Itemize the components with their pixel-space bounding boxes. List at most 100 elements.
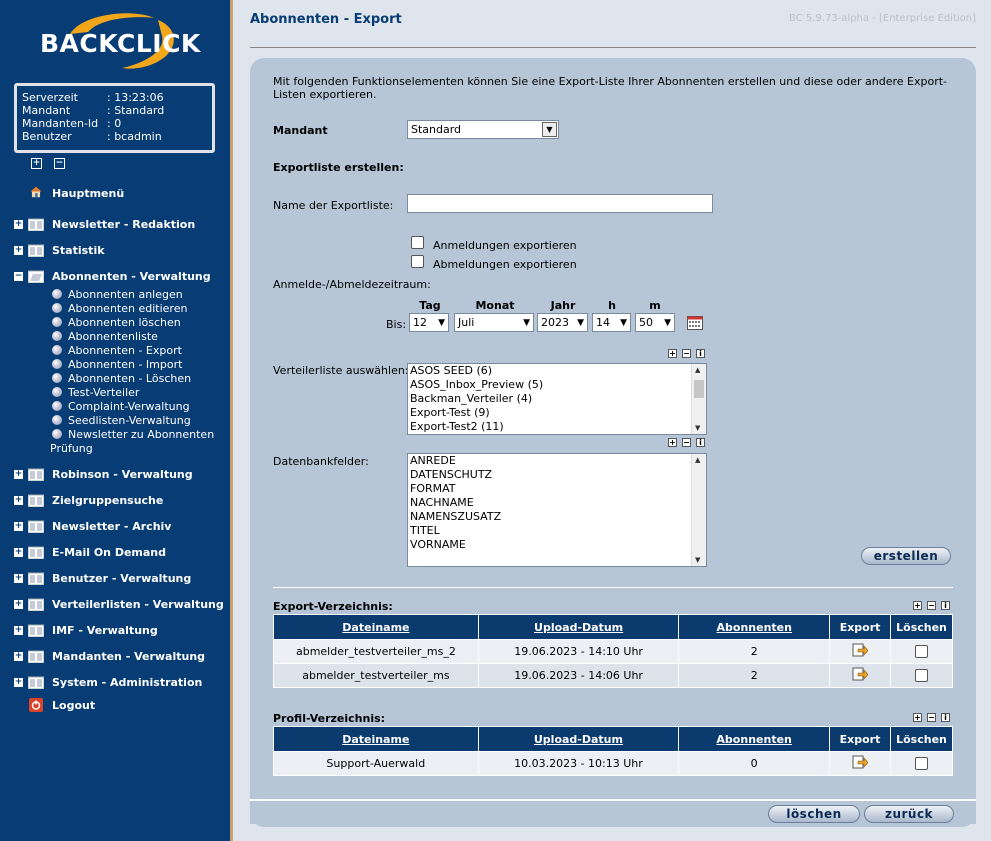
list-item[interactable]: ASOS SEED (6) (408, 364, 706, 378)
scroll-down-icon[interactable]: ▼ (695, 556, 700, 564)
sub-complaint-verwaltung[interactable]: Complaint-Verwaltung (52, 399, 190, 413)
month-select[interactable]: Juli ▼ (454, 313, 534, 332)
expand-icon[interactable]: + (14, 495, 23, 505)
expand-icon[interactable]: + (14, 573, 23, 583)
calendar-icon[interactable] (687, 316, 703, 330)
collapse-icon[interactable]: − (682, 349, 691, 358)
col-dateiname[interactable]: Dateiname (273, 726, 479, 752)
nav-email-on-demand[interactable]: + E-Mail On Demand (0, 544, 233, 560)
verteiler-listbox[interactable]: ASOS SEED (6) ASOS_Inbox_Preview (5) Bac… (407, 363, 707, 435)
nav-mandanten-verwaltung[interactable]: + Mandanten - Verwaltung (0, 648, 233, 664)
year-select[interactable]: 2023 ▼ (537, 313, 588, 332)
sub-abonnenten-loeschen[interactable]: Abonnenten löschen (52, 315, 181, 329)
list-item[interactable]: ANREDE (408, 454, 706, 468)
list-item[interactable]: ASOS_Inbox_Preview (5) (408, 378, 706, 392)
list-item[interactable]: FORMAT (408, 482, 706, 496)
backclick-logo[interactable]: BACKCLICK (36, 12, 200, 70)
expand-icon[interactable]: + (913, 601, 922, 610)
delete-checkbox[interactable] (915, 669, 928, 683)
expand-icon[interactable]: + (14, 219, 23, 229)
info-icon[interactable]: i (941, 713, 950, 722)
abmeldungen-checkbox[interactable] (411, 255, 424, 268)
info-icon[interactable]: i (696, 349, 705, 358)
list-item[interactable]: DATENSCHUTZ (408, 468, 706, 482)
expand-all-icon[interactable]: + (31, 158, 42, 169)
col-upload-datum[interactable]: Upload-Datum (477, 614, 680, 640)
delete-checkbox[interactable] (915, 645, 928, 659)
sub-newsletter-zu-abonnenten[interactable]: Newsletter zu Abonnenten (52, 427, 214, 441)
sub-abonnenten-import[interactable]: Abonnenten - Import (52, 357, 182, 371)
expand-icon[interactable]: + (913, 713, 922, 722)
info-icon[interactable]: i (941, 601, 950, 610)
expand-icon[interactable]: + (14, 599, 23, 609)
info-icon[interactable]: i (696, 438, 705, 447)
sub-abonnentenliste[interactable]: Abonnentenliste (52, 329, 158, 343)
list-item[interactable]: NAMENSZUSATZ (408, 510, 706, 524)
expand-icon[interactable]: + (14, 625, 23, 635)
collapse-icon[interactable]: − (14, 271, 23, 281)
sub-seedlisten-verwaltung[interactable]: Seedlisten-Verwaltung (52, 413, 191, 427)
col-abonnenten[interactable]: Abonnenten (678, 726, 831, 752)
sub-test-verteiler[interactable]: Test-Verteiler (52, 385, 139, 399)
mandant-select[interactable]: Standard ▼ (407, 120, 559, 139)
nav-statistik[interactable]: + Statistik (0, 242, 233, 258)
expand-icon[interactable]: + (14, 677, 23, 687)
list-item[interactable]: Backman_Verteiler (4) (408, 392, 706, 406)
expand-icon[interactable]: + (14, 521, 23, 531)
col-dateiname[interactable]: Dateiname (273, 614, 479, 640)
nav-zielgruppensuche[interactable]: + Zielgruppensuche (0, 492, 233, 508)
list-item[interactable]: Export-Test (9) (408, 406, 706, 420)
zurueck-button[interactable]: zurück (864, 805, 954, 823)
collapse-icon[interactable]: − (682, 438, 691, 447)
scroll-up-icon[interactable]: ▲ (695, 456, 700, 464)
collapse-all-icon[interactable]: − (54, 158, 65, 169)
sub-abonnenten-export[interactable]: Abonnenten - Export (52, 343, 182, 357)
db-fields-listbox[interactable]: ANREDE DATENSCHUTZ FORMAT NACHNAME NAMEN… (407, 453, 707, 567)
scroll-down-icon[interactable]: ▼ (695, 424, 700, 432)
nav-verteilerlisten-verwaltung[interactable]: + Verteilerlisten - Verwaltung (0, 596, 233, 612)
scrollbar[interactable]: ▲ ▼ (691, 454, 706, 566)
minute-select[interactable]: 50 ▼ (635, 313, 675, 332)
sub-abonnenten-anlegen[interactable]: Abonnenten anlegen (52, 287, 183, 301)
list-item[interactable]: VORNAME (408, 538, 706, 552)
nav-imf-verwaltung[interactable]: + IMF - Verwaltung (0, 622, 233, 638)
sub-abonnenten-loeschen-2[interactable]: Abonnenten - Löschen (52, 371, 191, 385)
scroll-thumb[interactable] (694, 380, 704, 398)
collapse-icon[interactable]: − (927, 601, 936, 610)
export-icon[interactable] (852, 755, 869, 769)
expand-icon[interactable]: + (14, 469, 23, 479)
sub-pruefung[interactable]: Prüfung (50, 441, 93, 455)
sub-abonnenten-editieren[interactable]: Abonnenten editieren (52, 301, 187, 315)
list-item[interactable]: Export-Test2 (11) (408, 420, 706, 434)
expand-icon[interactable]: + (668, 438, 677, 447)
expand-icon[interactable]: + (668, 349, 677, 358)
nav-robinson-verwaltung[interactable]: + Robinson - Verwaltung (0, 466, 233, 482)
nav-hauptmenu[interactable]: Hauptmenü (0, 185, 233, 201)
export-icon[interactable] (852, 643, 869, 657)
col-upload-datum[interactable]: Upload-Datum (477, 726, 680, 752)
scrollbar[interactable]: ▲ ▼ (691, 364, 706, 434)
collapse-icon[interactable]: − (927, 713, 936, 722)
expand-icon[interactable]: + (14, 651, 23, 661)
list-item[interactable]: NACHNAME (408, 496, 706, 510)
nav-abonnenten-verwaltung[interactable]: − Abonnenten - Verwaltung (0, 268, 233, 284)
nav-newsletter-redaktion[interactable]: + Newsletter - Redaktion (0, 216, 233, 232)
nav-benutzer-verwaltung[interactable]: + Benutzer - Verwaltung (0, 570, 233, 586)
nav-system-administration[interactable]: + System - Administration (0, 674, 233, 690)
col-abonnenten[interactable]: Abonnenten (678, 614, 831, 640)
erstellen-button[interactable]: erstellen (861, 547, 951, 565)
day-select[interactable]: 12 ▼ (409, 313, 449, 332)
list-item[interactable]: TITEL (408, 524, 706, 538)
nav-logout[interactable]: Logout (0, 697, 233, 713)
loeschen-button[interactable]: löschen (768, 805, 860, 823)
exportlist-name-input[interactable] (407, 194, 713, 213)
export-icon[interactable] (852, 667, 869, 681)
anmeldungen-checkbox[interactable] (411, 236, 424, 249)
scroll-up-icon[interactable]: ▲ (695, 366, 700, 374)
dropdown-arrow-icon[interactable]: ▼ (542, 122, 557, 137)
nav-newsletter-archiv[interactable]: + Newsletter - Archiv (0, 518, 233, 534)
delete-checkbox[interactable] (914, 757, 928, 771)
expand-icon[interactable]: + (14, 547, 23, 557)
expand-icon[interactable]: + (14, 245, 23, 255)
hour-select[interactable]: 14 ▼ (592, 313, 631, 332)
